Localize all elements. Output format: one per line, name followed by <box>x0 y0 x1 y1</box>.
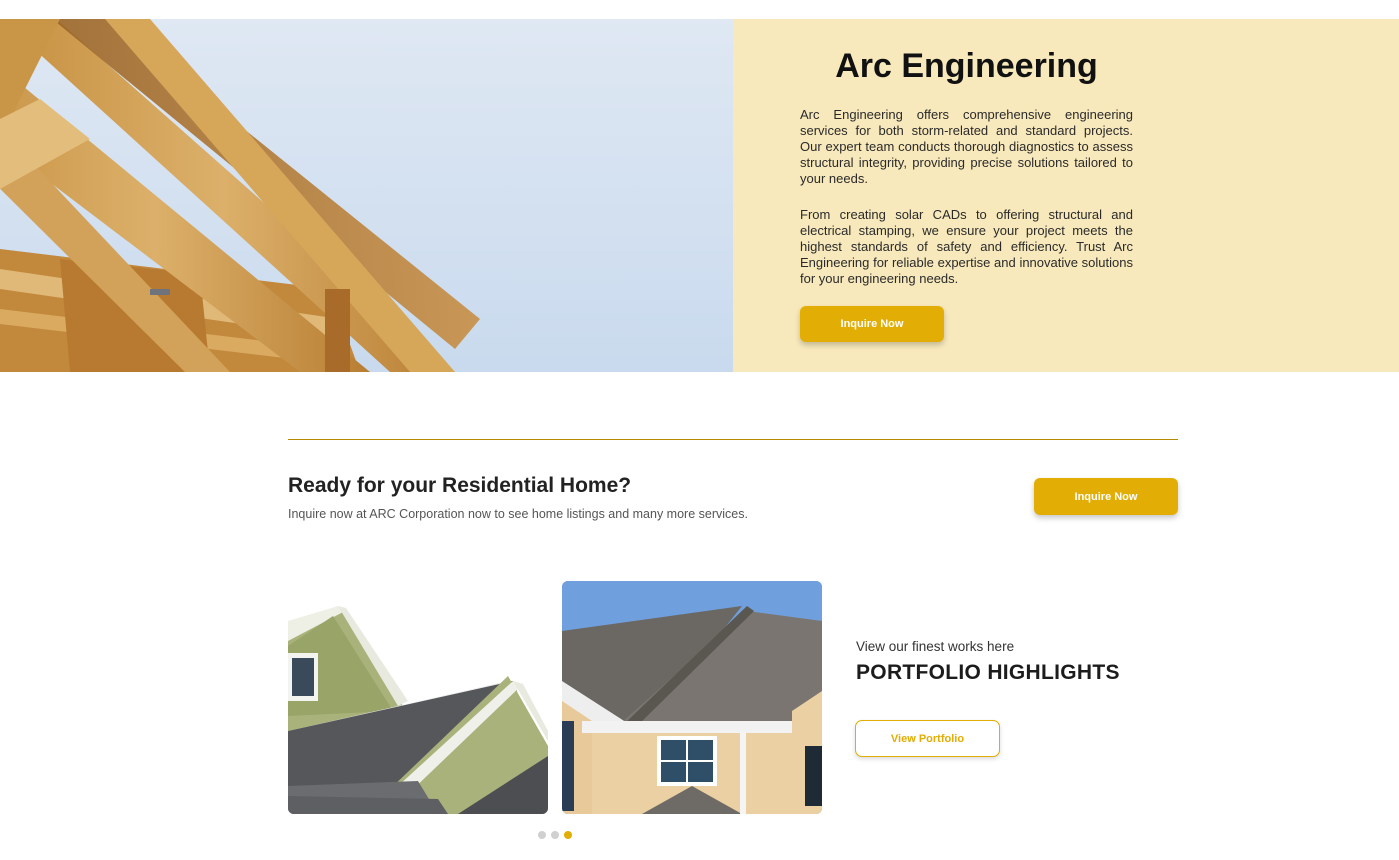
hero-section: Arc Engineering Arc Engineering offers c… <box>0 19 1399 372</box>
cta-title: Ready for your Residential Home? <box>288 474 632 497</box>
hero-inquire-button[interactable]: Inquire Now <box>800 306 944 342</box>
portfolio-image-green-house[interactable] <box>288 581 548 814</box>
portfolio-image-beige-house[interactable] <box>562 581 822 814</box>
portfolio-subtitle: View our finest works here <box>856 639 1015 654</box>
carousel-dot-2[interactable] <box>551 831 559 839</box>
hero-roof-truss-image <box>0 19 733 372</box>
view-portfolio-button[interactable]: View Portfolio <box>855 720 1000 757</box>
carousel-dot-3[interactable] <box>564 831 572 839</box>
hero-info-panel: Arc Engineering Arc Engineering offers c… <box>733 19 1399 372</box>
section-divider <box>288 439 1178 440</box>
hero-title: Arc Engineering <box>835 47 1098 85</box>
portfolio-title: PORTFOLIO HIGHLIGHTS <box>856 661 1120 684</box>
carousel-dots <box>538 831 572 839</box>
hero-paragraph-1: Arc Engineering offers comprehensive eng… <box>800 107 1133 186</box>
hero-paragraph-2: From creating solar CADs to offering str… <box>800 207 1133 286</box>
cta-subtitle: Inquire now at ARC Corporation now to se… <box>288 507 748 521</box>
cta-inquire-button[interactable]: Inquire Now <box>1034 478 1178 515</box>
carousel-dot-1[interactable] <box>538 831 546 839</box>
